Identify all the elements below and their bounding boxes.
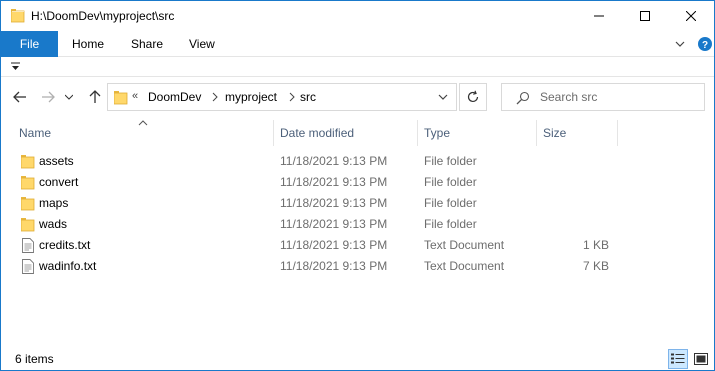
breadcrumb-myproject[interactable]: myproject <box>225 90 277 104</box>
window-title: H:\DoomDev\myproject\src <box>31 9 175 23</box>
sort-ascending-icon <box>138 120 148 126</box>
minimize-button[interactable] <box>576 1 622 31</box>
column-headers: Name Date modified Type Size <box>1 117 714 147</box>
file-date: 11/18/2021 9:13 PM <box>280 175 388 189</box>
search-input[interactable] <box>540 88 700 106</box>
file-name: maps <box>39 196 69 210</box>
up-button[interactable] <box>86 89 104 105</box>
item-count: 6 items <box>15 352 54 366</box>
close-button[interactable] <box>668 1 714 31</box>
arrow-right-icon <box>42 91 55 103</box>
address-bar[interactable]: « DoomDev myproject src <box>107 83 457 111</box>
back-button[interactable] <box>11 89 29 105</box>
search-box[interactable] <box>501 83 705 111</box>
chevron-down-icon[interactable] <box>438 93 448 101</box>
folder-icon <box>21 176 35 190</box>
large-icons-view-icon <box>694 353 708 365</box>
tab-file[interactable]: File <box>1 31 58 57</box>
recent-locations-button[interactable] <box>64 89 74 105</box>
file-date: 11/18/2021 9:13 PM <box>280 154 388 168</box>
details-view-icon <box>671 353 685 364</box>
file-name: assets <box>39 154 74 168</box>
folder-icon <box>21 197 35 211</box>
tab-view[interactable]: View <box>189 31 215 57</box>
file-date: 11/18/2021 9:13 PM <box>280 196 388 210</box>
breadcrumb-doomdev[interactable]: DoomDev <box>148 90 201 104</box>
navigation-bar: « DoomDev myproject src <box>1 77 714 117</box>
help-icon[interactable]: ? <box>697 36 713 52</box>
list-item[interactable]: credits.txt 11/18/2021 9:13 PM Text Docu… <box>15 235 615 256</box>
breadcrumb-src[interactable]: src <box>300 90 316 104</box>
file-type: File folder <box>424 175 477 189</box>
column-header-date-modified[interactable]: Date modified <box>280 126 354 140</box>
column-header-type[interactable]: Type <box>424 126 450 140</box>
column-divider[interactable] <box>617 120 618 146</box>
file-type: Text Document <box>424 259 505 273</box>
status-bar: 6 items <box>1 348 714 370</box>
file-name: credits.txt <box>39 238 91 252</box>
chevron-right-icon[interactable] <box>288 92 296 102</box>
file-type: File folder <box>424 154 477 168</box>
file-date: 11/18/2021 9:13 PM <box>280 259 388 273</box>
file-type: Text Document <box>424 238 505 252</box>
column-header-name[interactable]: Name <box>19 126 51 140</box>
file-name: wadinfo.txt <box>39 259 97 273</box>
title-bar: H:\DoomDev\myproject\src <box>1 1 714 31</box>
file-name: wads <box>39 217 68 231</box>
file-type: File folder <box>424 196 477 210</box>
search-icon <box>516 91 530 105</box>
arrow-up-icon <box>89 90 101 103</box>
file-name: convert <box>39 175 79 189</box>
customize-toolbar-icon[interactable] <box>11 62 20 71</box>
details-view-button[interactable] <box>668 349 688 369</box>
list-item[interactable]: assets 11/18/2021 9:13 PM File folder <box>15 151 615 172</box>
chevron-right-icon[interactable] <box>211 92 219 102</box>
maximize-button[interactable] <box>622 1 668 31</box>
ribbon-tabs: File Home Share View ? <box>1 31 714 57</box>
svg-text:?: ? <box>702 40 708 51</box>
large-icons-view-button[interactable] <box>691 349 711 369</box>
refresh-icon <box>467 90 479 103</box>
tab-home[interactable]: Home <box>72 31 104 57</box>
folder-icon <box>21 218 35 232</box>
chevron-down-icon[interactable] <box>674 38 686 50</box>
file-date: 11/18/2021 9:13 PM <box>280 217 388 231</box>
folder-icon <box>114 91 128 105</box>
list-item[interactable]: maps 11/18/2021 9:13 PM File folder <box>15 193 615 214</box>
arrow-left-icon <box>13 91 26 103</box>
text-file-icon <box>22 259 34 274</box>
folder-icon <box>11 9 25 23</box>
column-header-size[interactable]: Size <box>543 126 566 140</box>
chevron-down-icon <box>65 94 73 100</box>
file-size: 1 KB <box>582 238 609 252</box>
folder-icon <box>21 155 35 169</box>
column-divider[interactable] <box>273 120 274 146</box>
forward-button[interactable] <box>39 89 57 105</box>
close-icon <box>686 11 696 21</box>
list-item[interactable]: wadinfo.txt 11/18/2021 9:13 PM Text Docu… <box>15 256 615 277</box>
column-divider[interactable] <box>536 120 537 146</box>
tab-share[interactable]: Share <box>131 31 163 57</box>
refresh-button[interactable] <box>459 83 487 111</box>
minimize-icon <box>594 15 604 17</box>
quick-access-toolbar <box>1 57 714 77</box>
list-item[interactable]: wads 11/18/2021 9:13 PM File folder <box>15 214 615 235</box>
file-size: 7 KB <box>582 259 609 273</box>
explorer-window: H:\DoomDev\myproject\src File Home Share… <box>0 0 715 371</box>
text-file-icon <box>22 238 34 253</box>
file-date: 11/18/2021 9:13 PM <box>280 238 388 252</box>
maximize-icon <box>640 11 650 21</box>
list-item[interactable]: convert 11/18/2021 9:13 PM File folder <box>15 172 615 193</box>
overflow-chevron[interactable]: « <box>132 90 138 102</box>
column-divider[interactable] <box>417 120 418 146</box>
file-type: File folder <box>424 217 477 231</box>
